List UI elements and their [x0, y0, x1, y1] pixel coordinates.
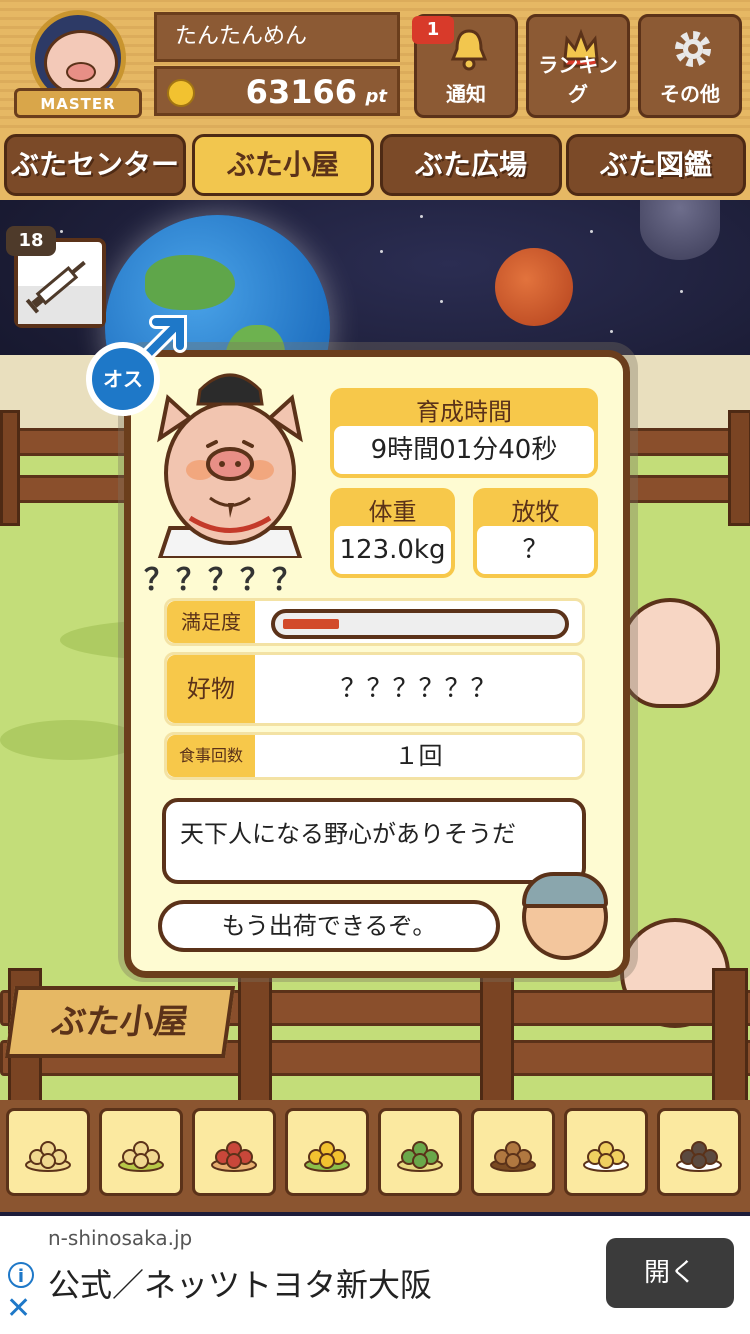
favorite-value: ？？？？？？	[340, 674, 497, 704]
weight-value: 123.0kg	[334, 526, 451, 574]
acorn-icon	[490, 1141, 536, 1172]
comment-text: 天下人になる野心がありそうだ	[180, 820, 516, 848]
location-sign: ぶた小屋	[4, 986, 236, 1058]
grazing-value: ？	[477, 526, 594, 574]
soybean-plate-icon	[583, 1141, 629, 1172]
satisfaction-row: 満足度	[164, 598, 585, 646]
star	[680, 290, 683, 293]
mixed-beans-icon	[118, 1141, 164, 1172]
bell-icon	[450, 29, 488, 71]
growth-time-label: 育成時間	[416, 398, 512, 426]
star	[440, 300, 443, 303]
farmer-message: もう出荷できるぞ。	[221, 912, 437, 940]
master-badge[interactable]: MASTER	[14, 10, 142, 120]
growth-time-stat: 育成時間 9時間01分40秒	[330, 388, 598, 478]
meal-count-row: 食事回数 １回	[164, 732, 585, 780]
fence-post	[728, 410, 750, 526]
grazing-label: 放牧	[511, 498, 560, 526]
growth-time-value: 9時間01分40秒	[334, 426, 594, 474]
star	[590, 230, 593, 233]
item-count-badge: 18	[6, 226, 56, 256]
other-label: その他	[660, 82, 720, 106]
star	[60, 230, 63, 233]
corn-icon	[304, 1141, 350, 1172]
food-slot[interactable]	[99, 1108, 183, 1196]
food-slot[interactable]	[471, 1108, 555, 1196]
tab-buta-center[interactable]: ぶたセンター	[4, 134, 186, 196]
favorite-food-row: 好物 ？？？？？？	[164, 652, 585, 726]
points-value: 63166	[245, 73, 357, 111]
tab-buta-hiroba[interactable]: ぶた広場	[380, 134, 562, 196]
fence-post	[480, 968, 514, 1114]
grazing-stat: 放牧 ？	[473, 488, 598, 578]
gear-icon	[675, 31, 711, 67]
pig-name: ？？？？？	[144, 563, 304, 598]
ranking-button[interactable]: ランキング	[526, 14, 630, 118]
gray-planet	[640, 195, 720, 260]
fence-post	[712, 968, 748, 1114]
favorite-label: 好物	[167, 655, 255, 723]
food-slot[interactable]	[657, 1108, 741, 1196]
sweet-potato-icon	[211, 1141, 257, 1172]
farmer-speech-bubble: もう出荷できるぞ。	[158, 900, 500, 952]
points-display: 63166 pt	[154, 66, 400, 116]
gender-label: オス	[86, 342, 160, 416]
comment-bubble: 天下人になる野心がありそうだ	[162, 798, 586, 884]
other-button[interactable]: その他	[638, 14, 742, 118]
ad-info-icon[interactable]: i	[8, 1262, 34, 1288]
herb-berries-icon	[397, 1141, 443, 1172]
food-slot[interactable]	[6, 1108, 90, 1196]
star	[610, 330, 613, 333]
notification-count-badge: 1	[412, 16, 454, 44]
tab-buta-zukan[interactable]: ぶた図鑑	[566, 134, 746, 196]
mars-planet	[495, 248, 573, 326]
food-slot[interactable]	[192, 1108, 276, 1196]
satisfaction-bar-fill	[283, 619, 339, 629]
pig-snout-icon	[66, 62, 96, 82]
beans-icon	[25, 1141, 71, 1172]
satisfaction-label: 満足度	[167, 601, 255, 643]
points-unit: pt	[365, 86, 388, 107]
star	[380, 250, 383, 253]
ad-title[interactable]: 公式／ネッツトヨタ新大阪	[48, 1260, 432, 1306]
food-slot[interactable]	[564, 1108, 648, 1196]
fence-post	[0, 410, 20, 526]
player-name: たんたんめん	[154, 12, 400, 62]
farmer-face-icon	[522, 872, 608, 960]
earth-land	[145, 255, 235, 310]
farmer-cap	[522, 872, 608, 908]
weight-label: 体重	[368, 498, 417, 526]
ranking-label: ランキング	[538, 53, 618, 106]
notification-label: 通知	[446, 82, 486, 106]
ad-domain: n-shinosaka.jp	[48, 1226, 193, 1250]
food-slot[interactable]	[285, 1108, 369, 1196]
star	[420, 215, 423, 218]
ad-close-icon[interactable]: ✕	[6, 1294, 31, 1324]
coin-icon	[167, 79, 195, 107]
tab-buta-koya[interactable]: ぶた小屋	[192, 134, 374, 196]
ad-open-button[interactable]: 開く	[606, 1238, 734, 1308]
badge-label: MASTER	[14, 88, 142, 118]
satisfaction-bar	[271, 609, 569, 639]
weight-stat: 体重 123.0kg	[330, 488, 455, 578]
dark-beans-plate-icon	[676, 1141, 722, 1172]
pig-character[interactable]	[150, 368, 310, 558]
food-slot[interactable]	[378, 1108, 462, 1196]
fence-post	[238, 968, 272, 1114]
meal-count-label: 食事回数	[167, 735, 255, 777]
meal-count-value: １回	[394, 742, 443, 770]
